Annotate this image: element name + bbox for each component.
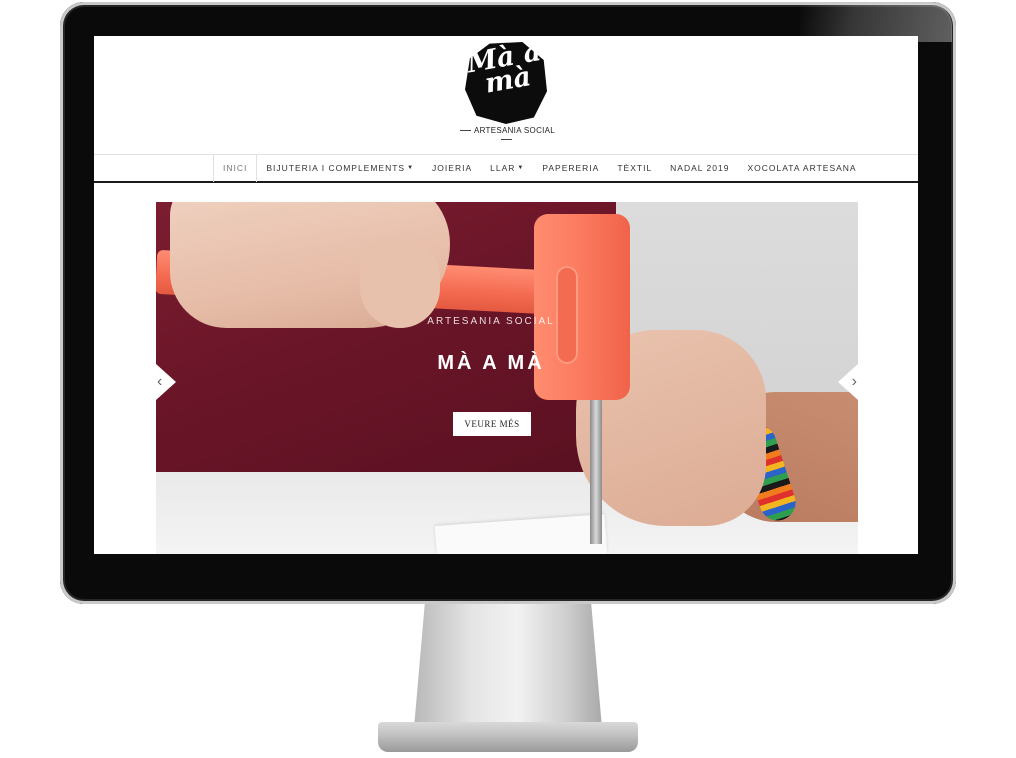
hero-caption: ARTESANIA SOCIAL MÀ A MÀ VEURE MÉS bbox=[156, 202, 858, 554]
hero-slider: ARTESANIA SOCIAL MÀ A MÀ VEURE MÉS ‹ › bbox=[156, 202, 858, 554]
caret-down-icon: ▼ bbox=[407, 165, 415, 172]
caret-down-icon: ▼ bbox=[517, 165, 525, 172]
site-header: Mà a mà ARTESANIA SOCIAL bbox=[94, 36, 918, 154]
nav-item-label: JOIERIA bbox=[432, 163, 473, 173]
nav-item-label: LLAR bbox=[490, 163, 516, 173]
hero-title: MÀ A MÀ bbox=[437, 352, 545, 374]
nav-item-label: INICI bbox=[223, 163, 248, 173]
nav-item-llar[interactable]: LLAR ▼ bbox=[481, 155, 533, 182]
nav-list: INICI BIJUTERIA I COMPLEMENTS ▼ JOIERIA LLAR… bbox=[213, 155, 866, 182]
nav-item-label: TÈXTIL bbox=[617, 163, 653, 173]
nav-item-xocolata-artesana[interactable]: XOCOLATA ARTESANA bbox=[738, 155, 865, 182]
monitor-stand-base bbox=[378, 722, 638, 752]
nav-item-label: NADAL 2019 bbox=[670, 163, 730, 173]
website-screen: Mà a mà ARTESANIA SOCIAL INICI BIJUTERIA … bbox=[94, 36, 918, 554]
nav-item-t-xtil[interactable]: TÈXTIL bbox=[608, 155, 661, 182]
nav-item-papereria[interactable]: PAPERERIA bbox=[533, 155, 608, 182]
logo-tagline: ARTESANIA SOCIAL bbox=[454, 126, 558, 144]
nav-item-nadal-2019[interactable]: NADAL 2019 bbox=[661, 155, 738, 182]
hero-cta-button[interactable]: VEURE MÉS bbox=[453, 412, 531, 436]
nav-item-bijuteria-i-complements[interactable]: BIJUTERIA I COMPLEMENTS ▼ bbox=[257, 155, 423, 182]
nav-item-label: PAPERERIA bbox=[542, 163, 600, 173]
hero-kicker: ARTESANIA SOCIAL bbox=[427, 316, 555, 327]
chevron-right-icon: › bbox=[851, 373, 857, 390]
main-nav: INICI BIJUTERIA I COMPLEMENTS ▼ JOIERIA LLAR… bbox=[94, 154, 918, 183]
chevron-left-icon: ‹ bbox=[157, 373, 163, 390]
nav-item-inici[interactable]: INICI bbox=[213, 155, 258, 182]
nav-item-label: BIJUTERIA I COMPLEMENTS bbox=[266, 163, 406, 173]
nav-item-joieria[interactable]: JOIERIA bbox=[423, 155, 481, 182]
monitor-stand-neck bbox=[414, 598, 602, 728]
nav-item-label: XOCOLATA ARTESANA bbox=[747, 163, 857, 173]
